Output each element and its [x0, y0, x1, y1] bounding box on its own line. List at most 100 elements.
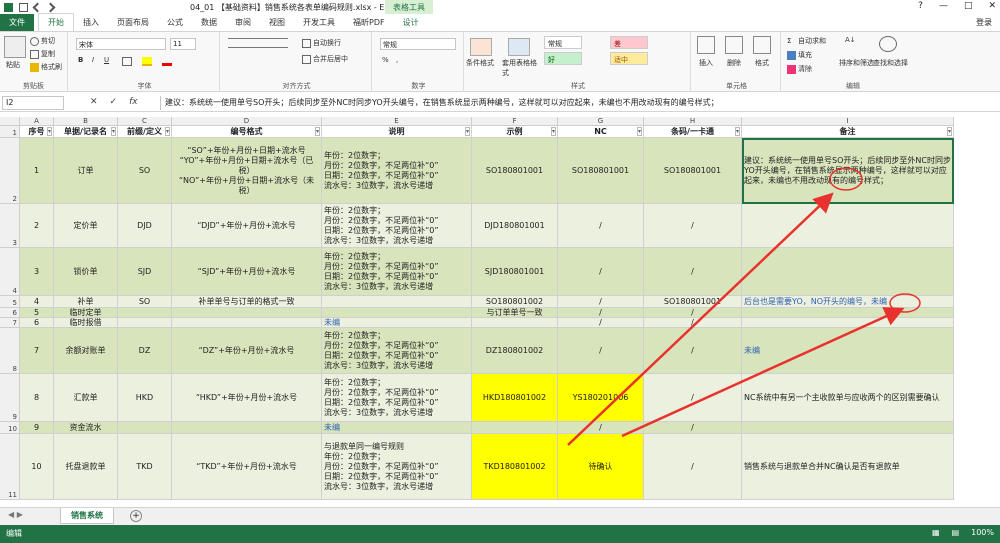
- comma-button[interactable]: ,: [396, 56, 398, 64]
- cell-i[interactable]: [742, 204, 954, 248]
- cell-c[interactable]: HKD: [118, 374, 172, 422]
- column-header-i[interactable]: I: [742, 117, 954, 126]
- page-layout-view-icon[interactable]: ▤: [952, 528, 960, 537]
- cell-c[interactable]: [118, 422, 172, 434]
- cell-g[interactable]: SO180801001: [558, 138, 644, 204]
- format-as-table-button[interactable]: 套用表格格式: [502, 58, 542, 78]
- cell-d[interactable]: “TKD”+年份+月份+流水号: [172, 434, 322, 500]
- merge-center-button[interactable]: 合并后居中: [302, 54, 348, 64]
- cell-e[interactable]: 年份：2位数字； 月份：2位数字，不足两位补“0” 日期：2位数字，不足两位补“…: [322, 138, 472, 204]
- copy-button[interactable]: 复制: [30, 49, 55, 59]
- cut-button[interactable]: 剪切: [30, 36, 55, 46]
- filter-dropdown-icon[interactable]: ▾: [46, 127, 52, 136]
- help-button[interactable]: ?: [918, 1, 923, 11]
- cell-g[interactable]: /: [558, 296, 644, 308]
- cell-b[interactable]: 资金流水: [54, 422, 118, 434]
- select-all-corner[interactable]: [0, 117, 20, 126]
- filter-dropdown-icon[interactable]: ▾: [164, 127, 170, 136]
- cell-b[interactable]: 汇款单: [54, 374, 118, 422]
- font-size-select[interactable]: 11: [170, 38, 196, 50]
- cell-e[interactable]: 年份：2位数字； 月份：2位数字，不足两位补“0” 日期：2位数字，不足两位补“…: [322, 328, 472, 374]
- tab-insert[interactable]: 插入: [74, 14, 108, 31]
- header-cell[interactable]: 备注 ▾: [742, 126, 954, 138]
- cell-d[interactable]: [172, 318, 322, 328]
- cell-i[interactable]: 后台也是需要YO，NO开头的编号，未编: [742, 296, 954, 308]
- cell-i[interactable]: 未编: [742, 328, 954, 374]
- tab-review[interactable]: 审阅: [226, 14, 260, 31]
- cell-b[interactable]: 订单: [54, 138, 118, 204]
- column-header-e[interactable]: E: [322, 117, 472, 126]
- close-button[interactable]: ✕: [988, 1, 996, 11]
- cell-b[interactable]: 余额对账单: [54, 328, 118, 374]
- cell-e[interactable]: [322, 308, 472, 318]
- formula-input[interactable]: 建议：系统统一使用单号SO开头；后续同步至外NC时同步YO开头编号，在销售系统显…: [160, 96, 990, 110]
- row-header[interactable]: 8: [0, 328, 20, 374]
- style-neutral[interactable]: 适中: [610, 52, 648, 65]
- cell-c[interactable]: DJD: [118, 204, 172, 248]
- name-box[interactable]: I2: [2, 96, 64, 110]
- tab-page-layout[interactable]: 页面布局: [108, 14, 158, 31]
- row-header[interactable]: 9: [0, 374, 20, 422]
- cell-f[interactable]: HKD180801002: [472, 374, 558, 422]
- cell-a[interactable]: 10: [20, 434, 54, 500]
- cell-b[interactable]: 定价单: [54, 204, 118, 248]
- cell-f[interactable]: SJD180801001: [472, 248, 558, 296]
- filter-dropdown-icon[interactable]: ▾: [110, 127, 116, 136]
- row-header[interactable]: 11: [0, 434, 20, 500]
- normal-view-icon[interactable]: ▦: [932, 528, 940, 537]
- cell-e[interactable]: 与退款单同一编号规则 年份：2位数字； 月份：2位数字，不足两位补“0” 日期：…: [322, 434, 472, 500]
- autosum-button[interactable]: Σ 自动求和: [787, 36, 826, 46]
- insert-cells-icon[interactable]: [697, 36, 715, 54]
- cell-h[interactable]: /: [644, 434, 742, 500]
- cell-b[interactable]: 临时定单: [54, 308, 118, 318]
- filter-dropdown-icon[interactable]: ▾: [550, 127, 556, 136]
- cell-d[interactable]: “SJD”+年份+月份+流水号: [172, 248, 322, 296]
- borders-icon[interactable]: [122, 57, 132, 66]
- cell-c[interactable]: SO: [118, 138, 172, 204]
- column-header-g[interactable]: G: [558, 117, 644, 126]
- filter-dropdown-icon[interactable]: ▾: [734, 127, 740, 136]
- spreadsheet-grid[interactable]: A B C D E F G H I 1 序号 ▾ 单据/记录名 ▾ 前缀/定义 ▾ 编号格式 ▾ 说明 ▾ 示…: [0, 117, 1000, 507]
- tab-data[interactable]: 数据: [192, 14, 226, 31]
- filter-dropdown-icon[interactable]: ▾: [636, 127, 642, 136]
- filter-dropdown-icon[interactable]: ▾: [314, 127, 320, 136]
- cell-f[interactable]: DJD180801001: [472, 204, 558, 248]
- header-cell[interactable]: 单据/记录名 ▾: [54, 126, 118, 138]
- column-header-d[interactable]: D: [172, 117, 322, 126]
- fill-color-icon[interactable]: [142, 57, 152, 66]
- column-header-a[interactable]: A: [20, 117, 54, 126]
- cell-a[interactable]: 5: [20, 308, 54, 318]
- cell-e[interactable]: 年份：2位数字； 月份：2位数字，不足两位补“0” 日期：2位数字，不足两位补“…: [322, 248, 472, 296]
- cell-f[interactable]: [472, 318, 558, 328]
- cell-c[interactable]: [118, 318, 172, 328]
- delete-cells-icon[interactable]: [725, 36, 743, 54]
- insert-cells-button[interactable]: 插入: [699, 58, 713, 68]
- undo-icon[interactable]: [32, 2, 43, 12]
- minimize-button[interactable]: —: [939, 1, 948, 11]
- login-link[interactable]: 登录: [976, 17, 992, 28]
- cell-g[interactable]: /: [558, 248, 644, 296]
- row-header[interactable]: 4: [0, 248, 20, 296]
- row-header[interactable]: 1: [0, 126, 20, 138]
- header-cell[interactable]: 编号格式 ▾: [172, 126, 322, 138]
- percent-button[interactable]: %: [382, 56, 389, 64]
- cell-g[interactable]: YS180201006: [558, 374, 644, 422]
- style-good[interactable]: 好: [544, 52, 582, 65]
- cancel-entry-button[interactable]: ✕: [90, 97, 98, 107]
- cell-f[interactable]: DZ180801002: [472, 328, 558, 374]
- insert-function-button[interactable]: fx: [129, 97, 138, 107]
- cell-a[interactable]: 2: [20, 204, 54, 248]
- add-sheet-button[interactable]: +: [130, 510, 142, 522]
- cell-a[interactable]: 9: [20, 422, 54, 434]
- row-header[interactable]: 5: [0, 296, 20, 308]
- font-color-icon[interactable]: [162, 57, 172, 66]
- cell-c[interactable]: SO: [118, 296, 172, 308]
- header-cell[interactable]: 条码/一卡通 ▾: [644, 126, 742, 138]
- cell-b[interactable]: 锁价单: [54, 248, 118, 296]
- cell-g[interactable]: /: [558, 318, 644, 328]
- header-cell[interactable]: 序号 ▾: [20, 126, 54, 138]
- conditional-format-button[interactable]: 条件格式: [466, 58, 494, 68]
- format-as-table-icon[interactable]: [508, 38, 530, 56]
- cell-e[interactable]: 年份：2位数字； 月份：2位数字，不足两位补“0” 日期：2位数字，不足两位补“…: [322, 204, 472, 248]
- cell-d[interactable]: 补单单号与订单的格式一致: [172, 296, 322, 308]
